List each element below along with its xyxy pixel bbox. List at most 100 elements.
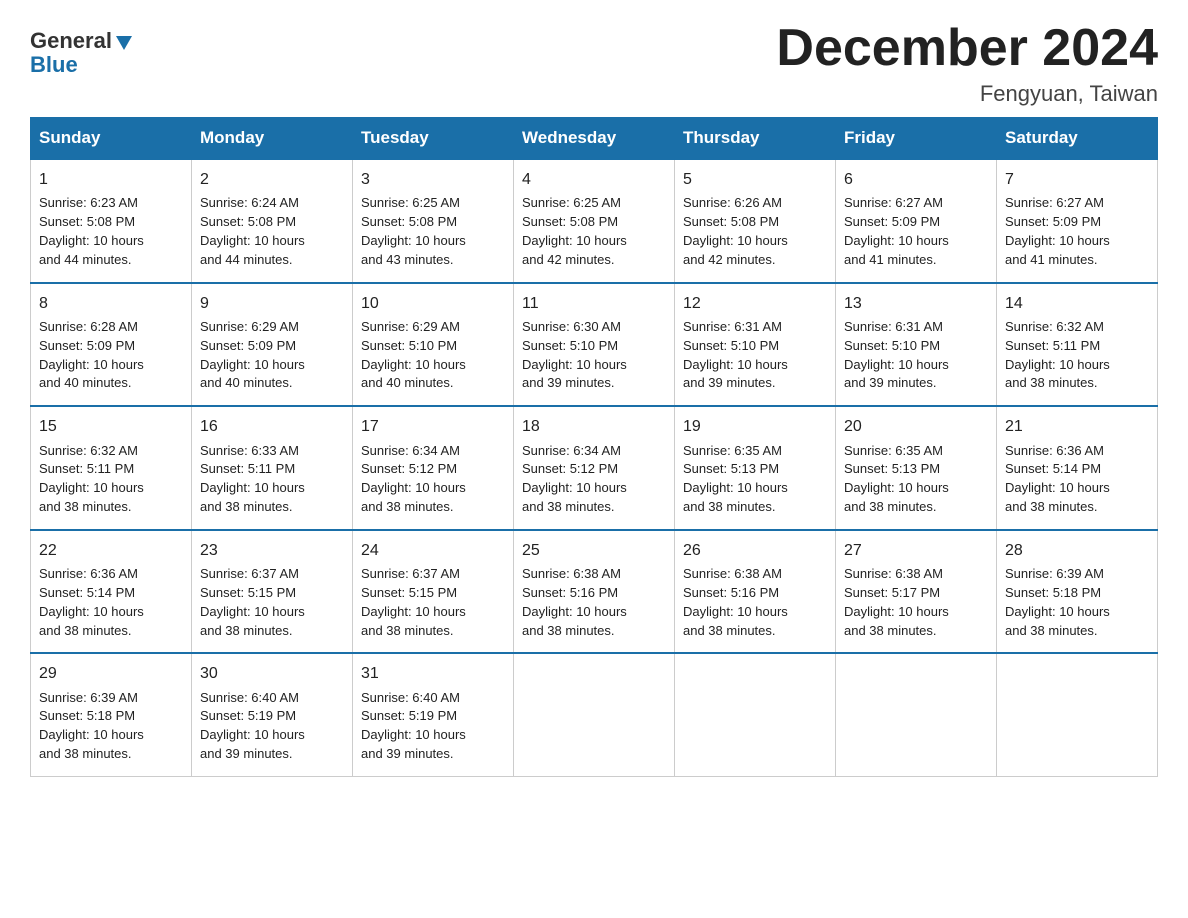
header-wednesday: Wednesday [514, 118, 675, 160]
table-row: 12 Sunrise: 6:31 AMSunset: 5:10 PMDaylig… [675, 283, 836, 407]
day-info: Sunrise: 6:23 AMSunset: 5:08 PMDaylight:… [39, 195, 144, 267]
logo-general-text: General [30, 30, 112, 52]
day-info: Sunrise: 6:37 AMSunset: 5:15 PMDaylight:… [200, 566, 305, 638]
page-header: General Blue December 2024 Fengyuan, Tai… [30, 20, 1158, 107]
day-info: Sunrise: 6:38 AMSunset: 5:16 PMDaylight:… [683, 566, 788, 638]
day-number: 14 [1005, 292, 1149, 315]
table-row: 16 Sunrise: 6:33 AMSunset: 5:11 PMDaylig… [192, 406, 353, 530]
day-number: 12 [683, 292, 827, 315]
day-info: Sunrise: 6:32 AMSunset: 5:11 PMDaylight:… [1005, 319, 1110, 391]
day-info: Sunrise: 6:32 AMSunset: 5:11 PMDaylight:… [39, 443, 144, 515]
table-row: 9 Sunrise: 6:29 AMSunset: 5:09 PMDayligh… [192, 283, 353, 407]
day-number: 7 [1005, 168, 1149, 191]
day-number: 6 [844, 168, 988, 191]
table-row: 5 Sunrise: 6:26 AMSunset: 5:08 PMDayligh… [675, 159, 836, 283]
day-number: 15 [39, 415, 183, 438]
day-info: Sunrise: 6:29 AMSunset: 5:10 PMDaylight:… [361, 319, 466, 391]
day-info: Sunrise: 6:40 AMSunset: 5:19 PMDaylight:… [361, 690, 466, 762]
table-row: 20 Sunrise: 6:35 AMSunset: 5:13 PMDaylig… [836, 406, 997, 530]
table-row: 1 Sunrise: 6:23 AMSunset: 5:08 PMDayligh… [31, 159, 192, 283]
day-number: 10 [361, 292, 505, 315]
location: Fengyuan, Taiwan [776, 81, 1158, 107]
table-row: 19 Sunrise: 6:35 AMSunset: 5:13 PMDaylig… [675, 406, 836, 530]
day-info: Sunrise: 6:25 AMSunset: 5:08 PMDaylight:… [522, 195, 627, 267]
day-info: Sunrise: 6:26 AMSunset: 5:08 PMDaylight:… [683, 195, 788, 267]
table-row: 6 Sunrise: 6:27 AMSunset: 5:09 PMDayligh… [836, 159, 997, 283]
title-block: December 2024 Fengyuan, Taiwan [776, 20, 1158, 107]
logo-blue-text: Blue [30, 52, 78, 78]
day-info: Sunrise: 6:39 AMSunset: 5:18 PMDaylight:… [39, 690, 144, 762]
day-number: 17 [361, 415, 505, 438]
header-saturday: Saturday [997, 118, 1158, 160]
logo: General Blue [30, 30, 134, 78]
day-number: 26 [683, 539, 827, 562]
day-number: 20 [844, 415, 988, 438]
day-info: Sunrise: 6:24 AMSunset: 5:08 PMDaylight:… [200, 195, 305, 267]
day-info: Sunrise: 6:39 AMSunset: 5:18 PMDaylight:… [1005, 566, 1110, 638]
table-row [836, 653, 997, 776]
day-info: Sunrise: 6:30 AMSunset: 5:10 PMDaylight:… [522, 319, 627, 391]
table-row: 22 Sunrise: 6:36 AMSunset: 5:14 PMDaylig… [31, 530, 192, 654]
table-row: 31 Sunrise: 6:40 AMSunset: 5:19 PMDaylig… [353, 653, 514, 776]
table-row: 14 Sunrise: 6:32 AMSunset: 5:11 PMDaylig… [997, 283, 1158, 407]
header-friday: Friday [836, 118, 997, 160]
table-row: 10 Sunrise: 6:29 AMSunset: 5:10 PMDaylig… [353, 283, 514, 407]
day-info: Sunrise: 6:34 AMSunset: 5:12 PMDaylight:… [522, 443, 627, 515]
header-thursday: Thursday [675, 118, 836, 160]
day-info: Sunrise: 6:38 AMSunset: 5:17 PMDaylight:… [844, 566, 949, 638]
header-tuesday: Tuesday [353, 118, 514, 160]
day-number: 8 [39, 292, 183, 315]
day-info: Sunrise: 6:36 AMSunset: 5:14 PMDaylight:… [1005, 443, 1110, 515]
day-number: 25 [522, 539, 666, 562]
table-row [514, 653, 675, 776]
day-number: 30 [200, 662, 344, 685]
table-row: 26 Sunrise: 6:38 AMSunset: 5:16 PMDaylig… [675, 530, 836, 654]
calendar-week-row: 22 Sunrise: 6:36 AMSunset: 5:14 PMDaylig… [31, 530, 1158, 654]
table-row: 17 Sunrise: 6:34 AMSunset: 5:12 PMDaylig… [353, 406, 514, 530]
day-info: Sunrise: 6:31 AMSunset: 5:10 PMDaylight:… [844, 319, 949, 391]
day-info: Sunrise: 6:27 AMSunset: 5:09 PMDaylight:… [844, 195, 949, 267]
table-row: 2 Sunrise: 6:24 AMSunset: 5:08 PMDayligh… [192, 159, 353, 283]
day-number: 23 [200, 539, 344, 562]
day-number: 9 [200, 292, 344, 315]
day-number: 18 [522, 415, 666, 438]
table-row: 18 Sunrise: 6:34 AMSunset: 5:12 PMDaylig… [514, 406, 675, 530]
calendar-table: Sunday Monday Tuesday Wednesday Thursday… [30, 117, 1158, 777]
calendar-header-row: Sunday Monday Tuesday Wednesday Thursday… [31, 118, 1158, 160]
day-info: Sunrise: 6:33 AMSunset: 5:11 PMDaylight:… [200, 443, 305, 515]
day-info: Sunrise: 6:40 AMSunset: 5:19 PMDaylight:… [200, 690, 305, 762]
calendar-week-row: 15 Sunrise: 6:32 AMSunset: 5:11 PMDaylig… [31, 406, 1158, 530]
day-info: Sunrise: 6:36 AMSunset: 5:14 PMDaylight:… [39, 566, 144, 638]
day-number: 21 [1005, 415, 1149, 438]
table-row: 29 Sunrise: 6:39 AMSunset: 5:18 PMDaylig… [31, 653, 192, 776]
table-row: 3 Sunrise: 6:25 AMSunset: 5:08 PMDayligh… [353, 159, 514, 283]
day-number: 29 [39, 662, 183, 685]
header-monday: Monday [192, 118, 353, 160]
day-info: Sunrise: 6:38 AMSunset: 5:16 PMDaylight:… [522, 566, 627, 638]
table-row [675, 653, 836, 776]
calendar-week-row: 29 Sunrise: 6:39 AMSunset: 5:18 PMDaylig… [31, 653, 1158, 776]
day-info: Sunrise: 6:28 AMSunset: 5:09 PMDaylight:… [39, 319, 144, 391]
day-info: Sunrise: 6:31 AMSunset: 5:10 PMDaylight:… [683, 319, 788, 391]
table-row: 15 Sunrise: 6:32 AMSunset: 5:11 PMDaylig… [31, 406, 192, 530]
day-number: 28 [1005, 539, 1149, 562]
day-info: Sunrise: 6:35 AMSunset: 5:13 PMDaylight:… [844, 443, 949, 515]
day-number: 24 [361, 539, 505, 562]
header-sunday: Sunday [31, 118, 192, 160]
calendar-week-row: 1 Sunrise: 6:23 AMSunset: 5:08 PMDayligh… [31, 159, 1158, 283]
day-number: 4 [522, 168, 666, 191]
table-row: 8 Sunrise: 6:28 AMSunset: 5:09 PMDayligh… [31, 283, 192, 407]
day-number: 1 [39, 168, 183, 191]
table-row: 28 Sunrise: 6:39 AMSunset: 5:18 PMDaylig… [997, 530, 1158, 654]
table-row: 4 Sunrise: 6:25 AMSunset: 5:08 PMDayligh… [514, 159, 675, 283]
day-number: 27 [844, 539, 988, 562]
day-number: 11 [522, 292, 666, 315]
day-number: 2 [200, 168, 344, 191]
day-number: 31 [361, 662, 505, 685]
month-title: December 2024 [776, 20, 1158, 77]
day-info: Sunrise: 6:34 AMSunset: 5:12 PMDaylight:… [361, 443, 466, 515]
day-number: 3 [361, 168, 505, 191]
day-info: Sunrise: 6:37 AMSunset: 5:15 PMDaylight:… [361, 566, 466, 638]
table-row: 30 Sunrise: 6:40 AMSunset: 5:19 PMDaylig… [192, 653, 353, 776]
table-row: 11 Sunrise: 6:30 AMSunset: 5:10 PMDaylig… [514, 283, 675, 407]
